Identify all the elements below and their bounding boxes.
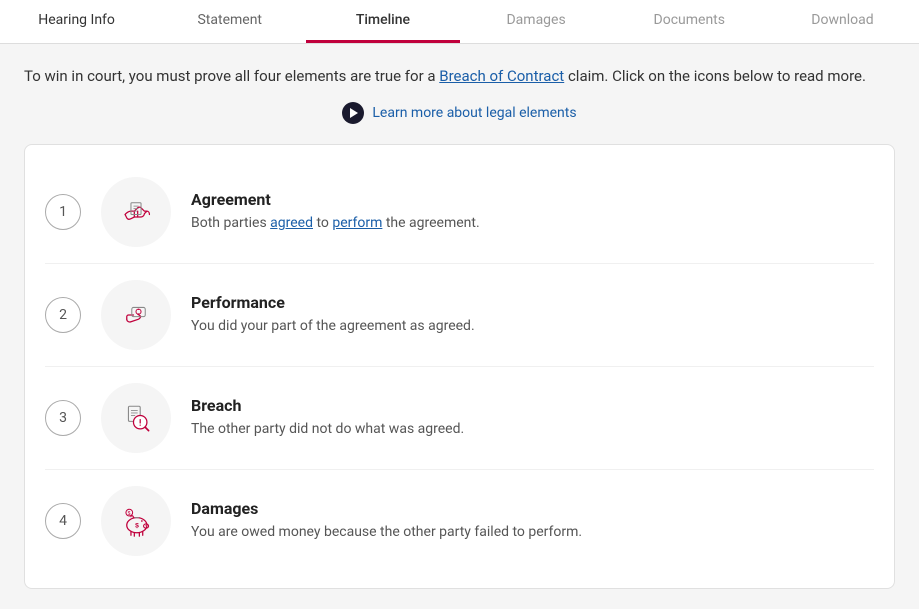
main-content: To win in court, you must prove all four…	[0, 44, 919, 609]
element-info-agreement: Agreement Both parties agreed to perform…	[191, 190, 874, 234]
agreement-desc-before: Both parties	[191, 215, 270, 231]
intro-text-after: claim. Click on the icons below to read …	[564, 67, 866, 85]
play-triangle-icon	[350, 108, 358, 118]
element-desc-damages: You are owed money because the other par…	[191, 522, 874, 543]
element-desc-performance: You did your part of the agreement as ag…	[191, 316, 874, 337]
element-icon-performance[interactable]	[101, 280, 171, 350]
damages-svg-icon: $ $	[115, 500, 157, 542]
learn-more-link[interactable]: Learn more about legal elements	[372, 105, 576, 121]
tab-timeline[interactable]: Timeline	[306, 0, 459, 43]
element-info-performance: Performance You did your part of the agr…	[191, 293, 874, 337]
element-icon-damages[interactable]: $ $	[101, 486, 171, 556]
tab-documents[interactable]: Documents	[613, 0, 766, 43]
elements-card: 1 Agreement	[24, 144, 895, 589]
element-info-breach: Breach The other party did not do what w…	[191, 396, 874, 440]
element-title-damages: Damages	[191, 499, 874, 518]
element-title-breach: Breach	[191, 396, 874, 415]
tab-statement[interactable]: Statement	[153, 0, 306, 43]
breach-of-contract-link[interactable]: Breach of Contract	[439, 67, 564, 85]
perform-link[interactable]: perform	[332, 215, 382, 231]
element-icon-breach[interactable]	[101, 383, 171, 453]
svg-text:$: $	[135, 523, 139, 530]
tab-download[interactable]: Download	[766, 0, 919, 43]
agreement-desc-middle: to	[313, 215, 332, 231]
performance-svg-icon	[115, 294, 157, 336]
breach-svg-icon	[115, 397, 157, 439]
element-number-1: 1	[45, 194, 81, 230]
tab-hearing-info[interactable]: Hearing Info	[0, 0, 153, 43]
element-title-performance: Performance	[191, 293, 874, 312]
element-row-damages: 4	[45, 470, 874, 572]
element-desc-breach: The other party did not do what was agre…	[191, 419, 874, 440]
element-number-4: 4	[45, 503, 81, 539]
element-icon-agreement[interactable]	[101, 177, 171, 247]
intro-text-before: To win in court, you must prove all four…	[24, 67, 439, 85]
agreed-link[interactable]: agreed	[270, 215, 313, 231]
element-row-breach: 3 Breach The other party	[45, 367, 874, 470]
element-row-performance: 2 Performance You did your part of the a…	[45, 264, 874, 367]
svg-text:$: $	[128, 511, 131, 517]
learn-more-container: Learn more about legal elements	[24, 102, 895, 124]
agreement-desc-after: the agreement.	[382, 215, 479, 231]
element-title-agreement: Agreement	[191, 190, 874, 209]
element-desc-agreement: Both parties agreed to perform the agree…	[191, 213, 874, 234]
agreement-svg-icon	[115, 191, 157, 233]
element-number-2: 2	[45, 297, 81, 333]
tab-navigation: Hearing Info Statement Timeline Damages …	[0, 0, 919, 44]
element-number-3: 3	[45, 400, 81, 436]
tab-damages[interactable]: Damages	[460, 0, 613, 43]
play-icon	[342, 102, 364, 124]
intro-paragraph: To win in court, you must prove all four…	[24, 64, 895, 88]
element-info-damages: Damages You are owed money because the o…	[191, 499, 874, 543]
element-row-agreement: 1 Agreement	[45, 161, 874, 264]
